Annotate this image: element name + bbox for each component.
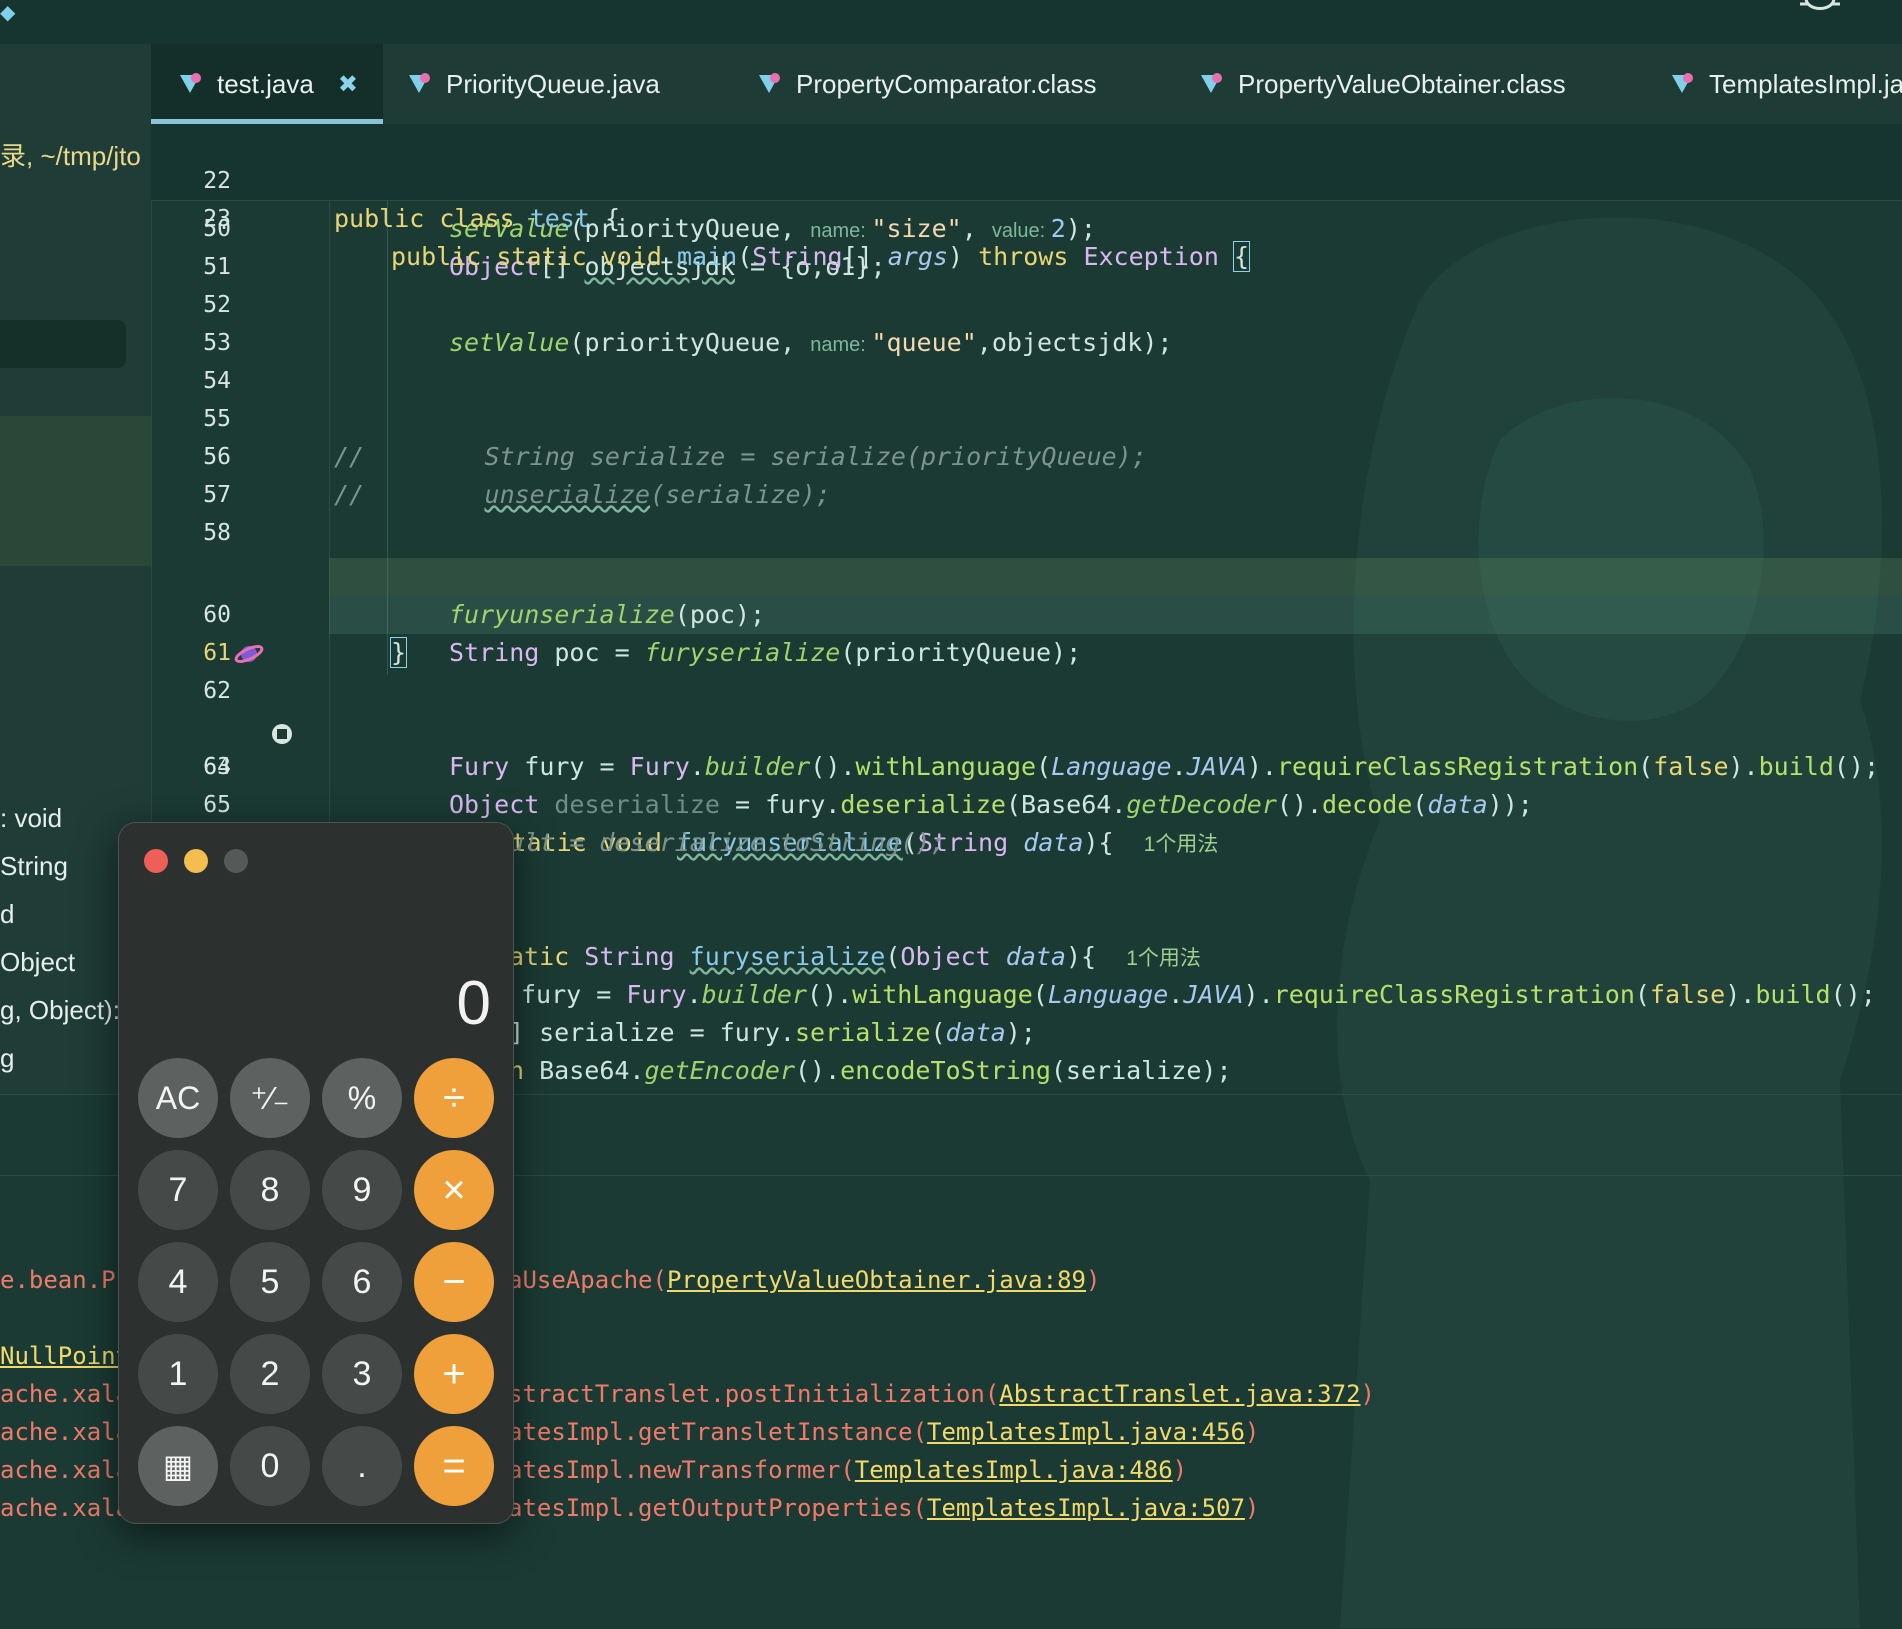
editor-tab-bar: test.java ✖ PriorityQueue.java PropertyC… [151, 44, 1902, 125]
code-line: public static void main(String[] args) t… [391, 241, 1251, 272]
stack-trace-link[interactable]: TemplatesImpl.java:507 [927, 1494, 1245, 1522]
class-file-icon [1201, 73, 1222, 93]
code-line: furyunserialize(poc); [449, 600, 766, 629]
divide-button[interactable]: ÷ [414, 1058, 494, 1138]
class-file-icon [1672, 73, 1693, 93]
line-number: 23 [203, 206, 231, 232]
digit-9-button[interactable]: 9 [322, 1150, 402, 1230]
tab-test-java[interactable]: test.java ✖ [151, 44, 383, 124]
digit-6-button[interactable]: 6 [322, 1242, 402, 1322]
line-number: 57 [203, 482, 231, 508]
tab-templatesimpl[interactable]: TemplatesImpl.ja [1669, 44, 1902, 124]
tab-label: test.java [217, 68, 314, 99]
line-number: 54 [203, 368, 231, 394]
title-bar: ◆ [0, 0, 1902, 44]
console-line: ache.xala [0, 1380, 131, 1408]
digit-1-button[interactable]: 1 [138, 1334, 218, 1414]
console-line: aUseApache(PropertyValueObtainer.java:89… [508, 1266, 1101, 1294]
line-number: 64 [203, 754, 231, 780]
line-number: 58 [203, 520, 231, 546]
stack-trace-link[interactable]: TemplatesImpl.java:456 [927, 1418, 1245, 1446]
tab-propertyvalueobtainer-class[interactable]: PropertyValueObtainer.class [1198, 44, 1566, 124]
app-logo-icon: ◆ [0, 2, 16, 24]
minimize-window-button[interactable] [184, 849, 208, 873]
stack-trace-link[interactable]: TemplatesImpl.java:486 [855, 1456, 1173, 1484]
tab-priorityqueue-java[interactable]: PriorityQueue.java [406, 44, 660, 124]
line-number: 60 [203, 602, 231, 628]
console-line: atesImpl.getOutputProperties(TemplatesIm… [508, 1494, 1260, 1522]
console-line: atesImpl.newTransformer(TemplatesImpl.ja… [508, 1456, 1188, 1484]
digit-3-button[interactable]: 3 [322, 1334, 402, 1414]
code-line: n Base64.getEncoder().encodeToString(ser… [509, 1056, 1232, 1085]
tab-label: TemplatesImpl.ja [1709, 68, 1902, 99]
code-line: ] serialize = fury.serialize(data); [509, 1018, 1036, 1047]
line-number: 55 [203, 406, 231, 432]
code-line: // unserialize(serialize); [334, 480, 831, 509]
zoom-window-button[interactable] [224, 849, 248, 873]
console-line: ache.xala [0, 1456, 131, 1484]
calculator-window: 0 AC ⁺∕₋ % ÷ 7 8 9 × 4 5 6 − 1 2 3 + ▦ 0… [118, 822, 514, 1524]
code-line: atic String furyserialize(Object data){ … [509, 942, 1201, 971]
tab-label: PropertyValueObtainer.class [1238, 68, 1566, 99]
digit-2-button[interactable]: 2 [230, 1334, 310, 1414]
decimal-button[interactable]: . [322, 1426, 402, 1506]
usage-hint[interactable]: 1个用法 [1126, 947, 1201, 970]
line-number: 53 [203, 330, 231, 356]
line-number: 61 [203, 640, 231, 666]
tab-label: PropertyComparator.class [796, 68, 1097, 99]
console-line: stractTranslet.postInitialization(Abstra… [508, 1380, 1375, 1408]
close-tab-icon[interactable]: ✖ [338, 70, 358, 99]
plus-minus-button[interactable]: ⁺∕₋ [230, 1058, 310, 1138]
console-line: atesImpl.getTransletInstance(TemplatesIm… [508, 1418, 1260, 1446]
code-line: fury = Fury.builder().withLanguage(Langu… [521, 980, 1876, 1009]
digit-4-button[interactable]: 4 [138, 1242, 218, 1322]
code-line: public class test { [334, 204, 621, 233]
calculator-display: 0 [456, 969, 491, 1038]
line-number: 65 [203, 792, 231, 818]
tab-propertycomparator-class[interactable]: PropertyComparator.class [756, 44, 1097, 124]
digit-8-button[interactable]: 8 [230, 1150, 310, 1230]
stack-trace-link[interactable]: AbstractTranslet.java:372 [999, 1380, 1360, 1408]
sticky-scroll-header[interactable]: 22 public class test { 23 public static … [151, 124, 1902, 272]
debug-bug-icon[interactable] [1798, 0, 1842, 18]
percent-button[interactable]: % [322, 1058, 402, 1138]
tab-label: PriorityQueue.java [446, 68, 660, 99]
panel-search-field[interactable] [0, 320, 126, 368]
code-line: // String serialize = serialize(priority… [334, 442, 1147, 471]
code-line: } [389, 637, 408, 668]
code-line: setValue(priorityQueue, name: "queue",ob… [449, 328, 1173, 357]
equals-button[interactable]: = [414, 1426, 494, 1506]
class-file-icon [759, 73, 780, 93]
stack-trace-link[interactable]: PropertyValueObtainer.java:89 [667, 1266, 1086, 1294]
line-number: 56 [203, 444, 231, 470]
add-button[interactable]: + [414, 1334, 494, 1414]
calculator-mode-icon[interactable]: ▦ [138, 1426, 218, 1506]
multiply-button[interactable]: × [414, 1150, 494, 1230]
digit-7-button[interactable]: 7 [138, 1150, 218, 1230]
code-line: ult = deserialize.toString(); [509, 828, 946, 857]
console-line: ache.xala [0, 1494, 131, 1522]
console-line: ache.xala [0, 1418, 131, 1446]
project-path: 录, ~/tmp/jto [0, 141, 141, 171]
digit-5-button[interactable]: 5 [230, 1242, 310, 1322]
digit-0-button[interactable]: 0 [230, 1426, 310, 1506]
all-clear-button[interactable]: AC [138, 1058, 218, 1138]
console-line: e.bean.P [0, 1266, 116, 1294]
selected-panel-row[interactable] [0, 416, 151, 566]
subtract-button[interactable]: − [414, 1242, 494, 1322]
close-window-button[interactable] [144, 849, 168, 873]
java-file-icon [180, 73, 201, 93]
line-number: 62 [203, 678, 231, 704]
java-file-icon [409, 73, 430, 93]
console-line[interactable]: NullPoint [0, 1337, 130, 1375]
code-line: Object deserialize = fury.deserialize(Ba… [449, 790, 1533, 819]
code-line: Fury fury = Fury.builder().withLanguage(… [449, 752, 1880, 781]
